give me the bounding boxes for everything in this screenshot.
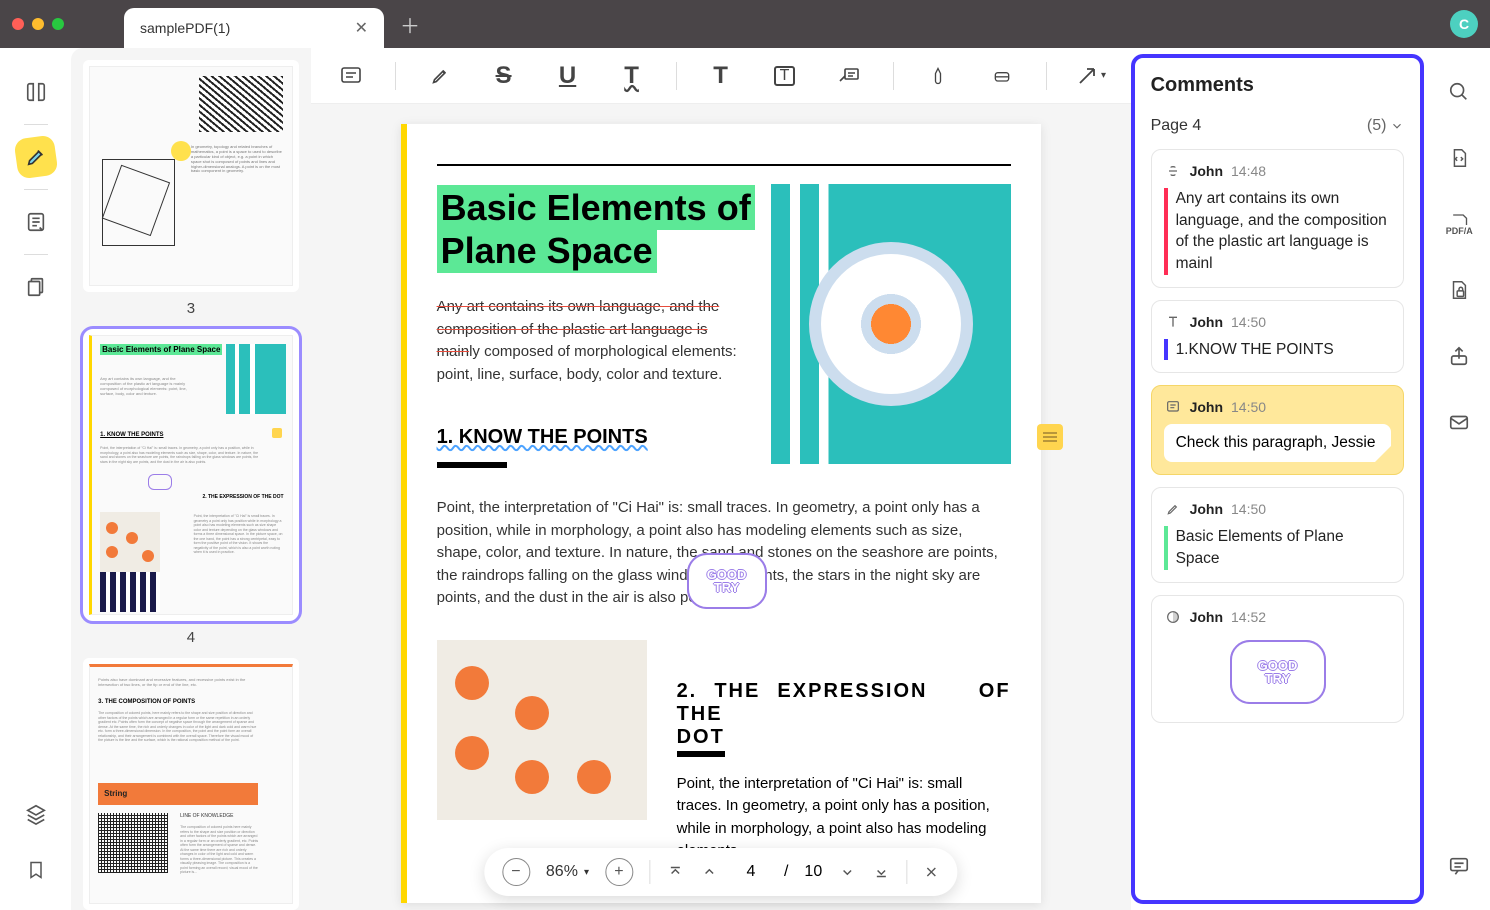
zoom-out-button[interactable]: −	[502, 858, 530, 886]
search-icon[interactable]	[1439, 72, 1479, 112]
text-tool-button[interactable]: T	[701, 56, 741, 96]
pen-tool-button[interactable]	[918, 56, 958, 96]
pages-tool-icon[interactable]	[16, 267, 56, 307]
last-page-button[interactable]	[872, 863, 890, 881]
bookmark-icon[interactable]	[16, 850, 56, 890]
highlighter-icon	[1164, 500, 1182, 518]
comment-text: Any art contains its own language, and t…	[1164, 188, 1392, 275]
zoom-in-button[interactable]: +	[605, 858, 633, 886]
left-sidebar	[0, 48, 71, 910]
strikethrough-button[interactable]: S	[484, 56, 524, 96]
user-avatar[interactable]: C	[1450, 10, 1478, 38]
thumbnail-number: 4	[83, 629, 298, 646]
document-tab[interactable]: samplePDF(1) ✕	[124, 8, 384, 48]
comment-text: 1.KNOW THE POINTS	[1164, 339, 1392, 361]
close-controls-button[interactable]	[923, 864, 939, 880]
prev-page-button[interactable]	[700, 863, 718, 881]
annotation-toolbar: S U T T T ▾	[311, 48, 1131, 104]
text-icon	[1164, 313, 1182, 331]
divider	[24, 254, 48, 255]
close-window-button[interactable]	[12, 18, 24, 30]
close-tab-button[interactable]: ✕	[355, 18, 368, 38]
thumbnail-page-3[interactable]: In geometry, topology and related branch…	[83, 60, 298, 292]
underline-button[interactable]: U	[548, 56, 588, 96]
toolbar-separator	[395, 62, 396, 90]
comment-text: Check this paragraph, Jessie	[1164, 424, 1392, 462]
callout-tool-button[interactable]	[829, 56, 869, 96]
paragraph: Any art contains its own language, and t…	[437, 296, 747, 386]
highlighter-button[interactable]	[420, 56, 460, 96]
strikethrough-icon	[1164, 162, 1182, 180]
tab-title: samplePDF(1)	[140, 20, 230, 36]
comments-panel: Comments Page 4 (5) John 14:48 Any art c…	[1131, 54, 1425, 904]
squiggly-underline-button[interactable]: T	[612, 56, 652, 96]
share-icon[interactable]	[1439, 336, 1479, 376]
thumbnail-number: 3	[83, 300, 298, 317]
convert-icon[interactable]	[1439, 138, 1479, 178]
section-image	[437, 640, 647, 820]
reader-view-icon[interactable]	[16, 72, 56, 112]
toolbar-separator	[893, 62, 894, 90]
document-area: S U T T T ▾	[311, 48, 1131, 910]
stamp-icon	[1164, 608, 1182, 626]
section-heading: 2. THE EXPRESSION OF THE DOT	[677, 680, 1011, 757]
lock-file-icon[interactable]	[1439, 270, 1479, 310]
maximize-window-button[interactable]	[52, 18, 64, 30]
note-icon	[1164, 398, 1182, 416]
titlebar: samplePDF(1) ✕ ＋ C	[0, 0, 1490, 48]
comment-item[interactable]: John 14:52 GOOD TRY	[1151, 595, 1405, 723]
comments-toggle-icon[interactable]	[1439, 846, 1479, 886]
document-viewport[interactable]: Basic Elements of Plane Space Any art co…	[311, 104, 1131, 910]
minimize-window-button[interactable]	[32, 18, 44, 30]
comment-tool-button[interactable]	[331, 56, 371, 96]
divider	[24, 189, 48, 190]
comment-sticker: GOOD TRY	[1164, 634, 1392, 710]
good-try-sticker[interactable]: GOODTRY	[687, 553, 767, 609]
comment-item[interactable]: John 14:48 Any art contains its own lang…	[1151, 149, 1405, 288]
comment-item-selected[interactable]: John 14:50 Check this paragraph, Jessie	[1151, 385, 1405, 475]
pdf-page: Basic Elements of Plane Space Any art co…	[401, 124, 1041, 903]
eraser-tool-button[interactable]	[982, 56, 1022, 96]
zoom-level[interactable]: 86% ▾	[546, 863, 589, 881]
page-number-input[interactable]	[734, 863, 768, 881]
thumbnail-image: Points also have dominant and recessive …	[89, 664, 292, 904]
comments-page-header[interactable]: Page 4 (5)	[1151, 117, 1405, 135]
arrow-tool-button[interactable]: ▾	[1071, 56, 1111, 96]
highlighter-tool-icon[interactable]	[13, 134, 58, 179]
comments-count: (5)	[1367, 117, 1405, 135]
next-page-button[interactable]	[838, 863, 856, 881]
sticky-note-icon[interactable]	[1037, 424, 1063, 450]
thumbnail-image: Basic Elements of Plane Space Any art co…	[89, 335, 292, 615]
textbox-tool-button[interactable]: T	[765, 56, 805, 96]
window-controls	[12, 18, 64, 30]
comments-title: Comments	[1151, 74, 1405, 97]
new-tab-button[interactable]: ＋	[400, 10, 420, 39]
pdfa-icon[interactable]: PDF/A	[1439, 204, 1479, 244]
comment-item[interactable]: John 14:50 Basic Elements of Plane Space	[1151, 487, 1405, 582]
toolbar-separator	[1046, 62, 1047, 90]
thumbnail-panel[interactable]: In geometry, topology and related branch…	[71, 48, 310, 910]
divider	[24, 124, 48, 125]
comments-page-label: Page 4	[1151, 117, 1202, 135]
right-sidebar: PDF/A	[1428, 48, 1490, 910]
paragraph: Point, the interpretation of "Ci Hai" is…	[437, 497, 1011, 610]
page-separator: /	[784, 863, 788, 881]
thumbnail-page-5[interactable]: Points also have dominant and recessive …	[83, 658, 298, 910]
page-total: 10	[804, 863, 822, 881]
chevron-down-icon	[1390, 119, 1404, 133]
page-controls: − 86% ▾ + / 10	[484, 848, 957, 896]
app-body: In geometry, topology and related branch…	[0, 48, 1490, 910]
toolbar-separator	[676, 62, 677, 90]
comment-item[interactable]: John 14:50 1.KNOW THE POINTS	[1151, 300, 1405, 374]
form-tool-icon[interactable]	[16, 202, 56, 242]
layers-icon[interactable]	[16, 794, 56, 834]
page-hero-image	[771, 184, 1011, 464]
comment-text: Basic Elements of Plane Space	[1164, 526, 1392, 569]
thumbnail-page-4[interactable]: Basic Elements of Plane Space Any art co…	[83, 329, 298, 621]
mail-icon[interactable]	[1439, 402, 1479, 442]
first-page-button[interactable]	[666, 863, 684, 881]
thumbnail-image: In geometry, topology and related branch…	[89, 66, 292, 286]
